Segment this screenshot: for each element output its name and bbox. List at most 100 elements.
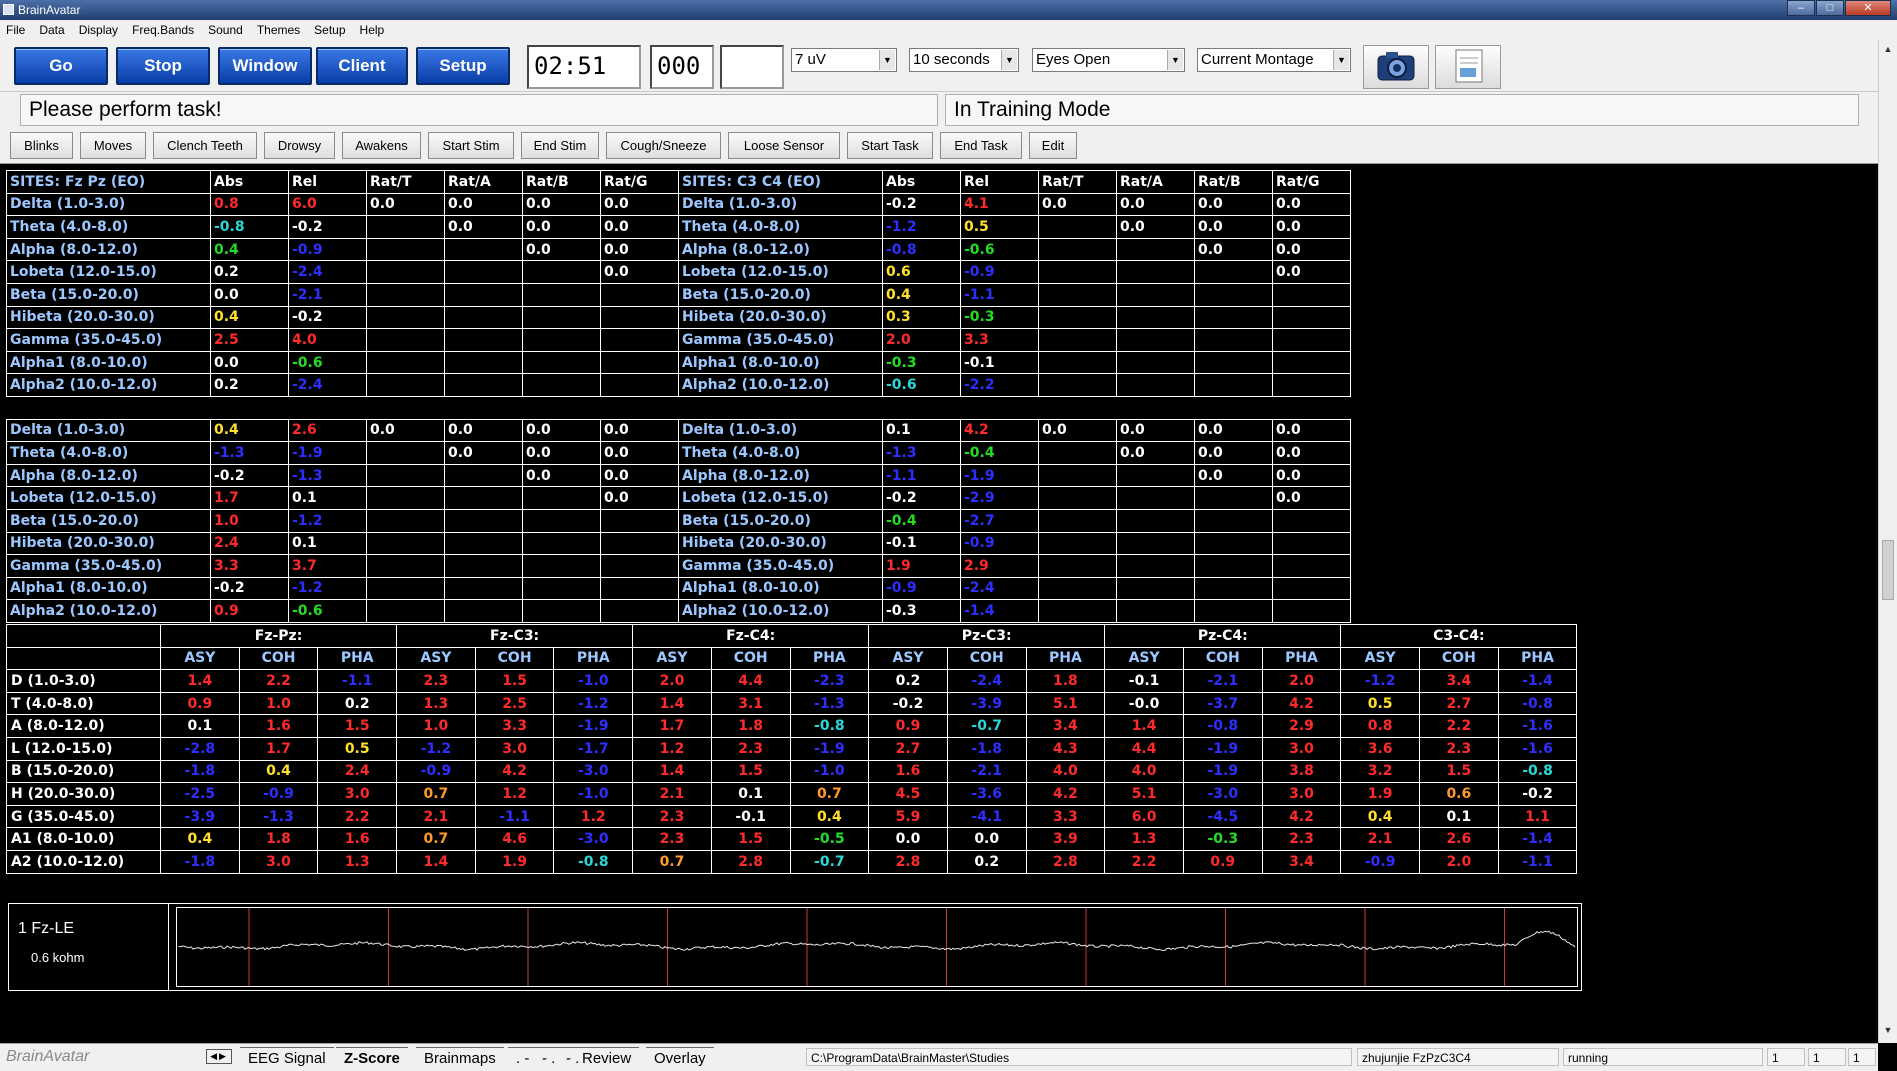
eeg-panel: 1 Fz-LE 0.6 kohm xyxy=(8,903,1582,991)
cough-sneeze-button[interactable]: Cough/Sneeze xyxy=(606,132,721,159)
empty-cell xyxy=(522,599,601,623)
menu-display[interactable]: Display xyxy=(79,20,118,40)
start-stim-button[interactable]: Start Stim xyxy=(428,132,514,159)
connectivity-value: 3.3 xyxy=(474,714,555,738)
connectivity-value: -2.4 xyxy=(946,669,1027,693)
band-label: Lobeta (12.0-15.0) xyxy=(678,260,883,284)
go-button[interactable]: Go xyxy=(14,47,108,85)
empty-cell xyxy=(366,395,445,420)
connectivity-value: 3.0 xyxy=(474,736,555,761)
event-marker-row: Blinks Moves Clench Teeth Drowsy Awakens… xyxy=(0,128,1878,164)
connectivity-value: 4.4 xyxy=(1104,736,1184,761)
chevron-down-icon[interactable]: ▼ xyxy=(1167,50,1183,70)
empty-cell xyxy=(1194,599,1273,623)
scroll-up-icon[interactable]: ▲ xyxy=(1881,44,1895,58)
camera-button[interactable] xyxy=(1363,45,1429,89)
band-label: A (8.0-12.0) xyxy=(6,714,161,738)
band-label: Beta (15.0-20.0) xyxy=(6,282,211,307)
zscore-value: -1.1 xyxy=(882,463,961,488)
empty-cell xyxy=(1038,305,1117,330)
connectivity-value: -0.7 xyxy=(946,714,1027,738)
chevron-down-icon[interactable]: ▼ xyxy=(879,50,895,70)
zscore-value: -0.8 xyxy=(210,215,289,239)
connectivity-value: 0.2 xyxy=(868,669,948,693)
pair-header: Fz-Pz: xyxy=(159,624,398,648)
zscore-value: 0.0 xyxy=(600,192,679,217)
drowsy-button[interactable]: Drowsy xyxy=(264,132,335,159)
connectivity-value: 0.6 xyxy=(1419,782,1499,806)
menu-data[interactable]: Data xyxy=(39,20,64,40)
menu-sound[interactable]: Sound xyxy=(208,20,243,40)
zscore-value: -0.9 xyxy=(288,237,367,262)
close-icon[interactable]: ✕ xyxy=(1845,0,1891,16)
pair-header: C3-C4: xyxy=(1340,624,1578,648)
end-task-button[interactable]: End Task xyxy=(940,132,1022,159)
status-bar: BrainAvatar ◀▶ EEG Signal Z-Score Brainm… xyxy=(0,1043,1878,1071)
zscore-value: 0.6 xyxy=(882,260,961,284)
menu-themes[interactable]: Themes xyxy=(257,20,300,40)
connectivity-value: -3.9 xyxy=(160,804,240,829)
band-label: Alpha1 (8.0-10.0) xyxy=(678,350,883,375)
zscore-value: -0.9 xyxy=(960,260,1039,284)
connectivity-value: 3.2 xyxy=(1340,759,1420,784)
scale-select[interactable]: 7 uV ▼ xyxy=(791,48,897,72)
moves-button[interactable]: Moves xyxy=(80,132,146,159)
tab-review[interactable]: Review xyxy=(574,1047,640,1069)
menu-setup[interactable]: Setup xyxy=(314,20,345,40)
tab-scroll-arrows-icon[interactable]: ◀▶ xyxy=(206,1049,232,1064)
edit-button[interactable]: Edit xyxy=(1029,132,1077,159)
zscore-value: -2.2 xyxy=(960,373,1039,397)
toolbar: Go Stop Window Client Setup 02:51 000 7 … xyxy=(0,40,1878,92)
tab-blank-1[interactable]: . - xyxy=(508,1047,538,1069)
window-button[interactable]: Window xyxy=(218,47,312,85)
zscore-value: 0.0 xyxy=(1194,441,1273,465)
empty-cell xyxy=(1038,441,1117,465)
client-button[interactable]: Client xyxy=(316,47,408,85)
counter-display: 000 xyxy=(650,45,714,89)
tab-eeg-signal[interactable]: EEG Signal xyxy=(240,1047,334,1069)
metric-header: COH xyxy=(946,646,1027,671)
duration-select[interactable]: 10 seconds ▼ xyxy=(909,48,1019,72)
start-task-button[interactable]: Start Task xyxy=(847,132,933,159)
empty-cell xyxy=(1038,282,1117,307)
montage-select[interactable]: Current Montage ▼ xyxy=(1197,48,1351,72)
zscore-value: 1.7 xyxy=(210,486,289,510)
empty-cell xyxy=(1116,350,1195,375)
connectivity-value: 1.7 xyxy=(238,736,319,761)
pair-header: Fz-C3: xyxy=(396,624,634,648)
menu-help[interactable]: Help xyxy=(360,20,385,40)
tab-z-score[interactable]: Z-Score xyxy=(336,1047,408,1069)
band-label: Gamma (35.0-45.0) xyxy=(6,328,211,352)
stop-button[interactable]: Stop xyxy=(116,47,210,85)
connectivity-value: -1.4 xyxy=(1497,827,1578,851)
loose-sensor-button[interactable]: Loose Sensor xyxy=(728,132,840,159)
zscore-value: 2.9 xyxy=(960,554,1039,578)
menu-freq-bands[interactable]: Freq.Bands xyxy=(132,20,194,40)
condition-select[interactable]: Eyes Open ▼ xyxy=(1032,48,1185,72)
report-button[interactable] xyxy=(1435,45,1501,89)
status-field-2: 1 xyxy=(1808,1048,1846,1066)
tab-brainmaps[interactable]: Brainmaps xyxy=(416,1047,504,1069)
end-stim-button[interactable]: End Stim xyxy=(521,132,599,159)
maximize-icon[interactable]: □ xyxy=(1816,0,1844,16)
clench-teeth-button[interactable]: Clench Teeth xyxy=(153,132,257,159)
menu-file[interactable]: File xyxy=(6,20,25,40)
setup-button[interactable]: Setup xyxy=(416,47,510,85)
table-row: Alpha1 (8.0-10.0) -0.2 -1.2 Alpha1 (8.0-10.… xyxy=(6,576,1351,601)
blinks-button[interactable]: Blinks xyxy=(10,132,73,159)
empty-cell xyxy=(366,237,445,262)
empty-cell xyxy=(1194,305,1273,330)
connectivity-value: 0.9 xyxy=(160,691,240,716)
tab-overlay[interactable]: Overlay xyxy=(646,1047,714,1069)
minimize-icon[interactable]: – xyxy=(1787,0,1815,16)
scroll-thumb[interactable] xyxy=(1882,540,1894,600)
report-icon xyxy=(1455,49,1483,83)
awakens-button[interactable]: Awakens xyxy=(342,132,421,159)
connectivity-value: 0.9 xyxy=(1182,849,1263,874)
scroll-down-icon[interactable]: ▼ xyxy=(1881,1025,1895,1039)
chevron-down-icon[interactable]: ▼ xyxy=(1001,50,1017,70)
chevron-down-icon[interactable]: ▼ xyxy=(1333,50,1349,70)
vertical-scrollbar[interactable]: ▲ ▼ xyxy=(1878,40,1897,1043)
zscore-value: 0.0 xyxy=(522,237,601,262)
band-label: H (20.0-30.0) xyxy=(6,782,161,806)
